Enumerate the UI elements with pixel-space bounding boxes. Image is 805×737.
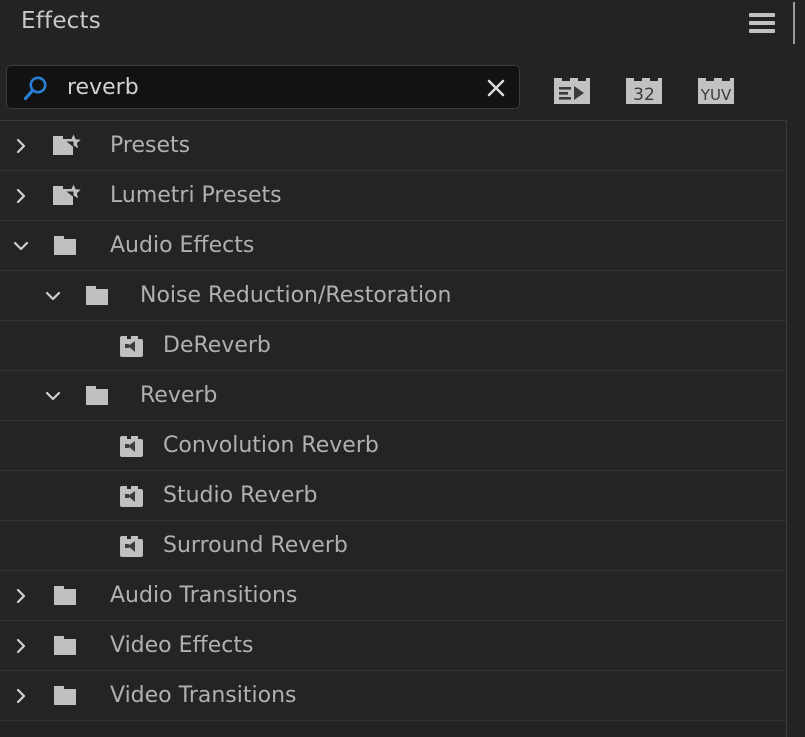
page-title: Effects [21,8,101,34]
audio-effect-icon [117,484,147,509]
menu-bar-2 [749,21,775,25]
tree-row[interactable]: Lumetri Presets [0,171,786,221]
folder-icon [52,684,82,709]
tree-row-label: Presets [110,133,191,158]
twisty-none [76,487,94,505]
filter-yuv-label: YUV [700,86,732,104]
tree-row[interactable]: Reverb [0,371,786,421]
tree-row[interactable]: Studio Reverb [0,471,786,521]
hamburger-menu-icon[interactable] [747,9,777,35]
panel-edge-divider [793,2,795,44]
tree-row-label: Lumetri Presets [110,183,282,208]
effects-tree[interactable]: Presets Lumetri Presets Audio Effects Noise… [0,120,787,737]
menu-bar-3 [749,29,775,33]
tree-row-label: Convolution Reverb [163,433,379,458]
twisty-none [76,337,94,355]
tree-row-label: DeReverb [163,333,271,358]
tree-row[interactable]: Video Effects [0,621,786,671]
tree-row[interactable]: Convolution Reverb [0,421,786,471]
chevron-down-icon[interactable] [44,387,62,405]
close-x-icon[interactable] [481,73,511,103]
chevron-down-icon[interactable] [12,237,30,255]
chevron-right-icon[interactable] [12,187,30,205]
audio-effect-icon [117,334,147,359]
search-input[interactable]: reverb [6,65,520,109]
folder-star-icon [52,134,82,159]
tree-row-label: Surround Reverb [163,533,348,558]
tree-row-label: Audio Effects [110,233,255,258]
tree-row[interactable]: Surround Reverb [0,521,786,571]
tree-row[interactable]: Presets [0,121,786,171]
tree-row-label: Video Effects [110,633,254,658]
audio-effect-icon [117,534,147,559]
folder-icon [84,384,114,409]
chevron-right-icon[interactable] [12,637,30,655]
search-input-value: reverb [67,75,139,100]
search-toolbar: reverb 32 YUV [0,48,805,118]
chevron-down-icon[interactable] [44,287,62,305]
folder-icon [52,584,82,609]
tree-row-label: Audio Transitions [110,583,298,608]
chevron-right-icon[interactable] [12,137,30,155]
twisty-none [76,437,94,455]
tree-row-label: Studio Reverb [163,483,318,508]
twisty-none [76,537,94,555]
tree-row[interactable]: Noise Reduction/Restoration [0,271,786,321]
folder-star-icon [52,184,82,209]
magnifier-icon [21,75,49,103]
filter-32-label: 32 [633,85,655,105]
tree-row[interactable]: DeReverb [0,321,786,371]
menu-bar-1 [749,13,775,17]
panel-header: Effects [0,0,805,48]
tree-row[interactable]: Audio Transitions [0,571,786,621]
folder-icon [52,634,82,659]
audio-effect-icon [117,434,147,459]
accelerated-effects-icon[interactable] [550,74,594,108]
tree-row[interactable]: Audio Effects [0,221,786,271]
folder-icon [52,234,82,259]
tree-row[interactable]: Video Transitions [0,671,786,721]
tree-row-label: Video Transitions [110,683,297,708]
tree-row-label: Noise Reduction/Restoration [140,283,452,308]
tree-row-label: Reverb [140,383,218,408]
32-bit-color-icon[interactable]: 32 [622,74,666,108]
yuv-color-icon[interactable]: YUV [694,74,738,108]
folder-icon [84,284,114,309]
chevron-right-icon[interactable] [12,687,30,705]
chevron-right-icon[interactable] [12,587,30,605]
effects-panel: Effects reverb 32 YUV Presets Lumetri Pr… [0,0,805,737]
